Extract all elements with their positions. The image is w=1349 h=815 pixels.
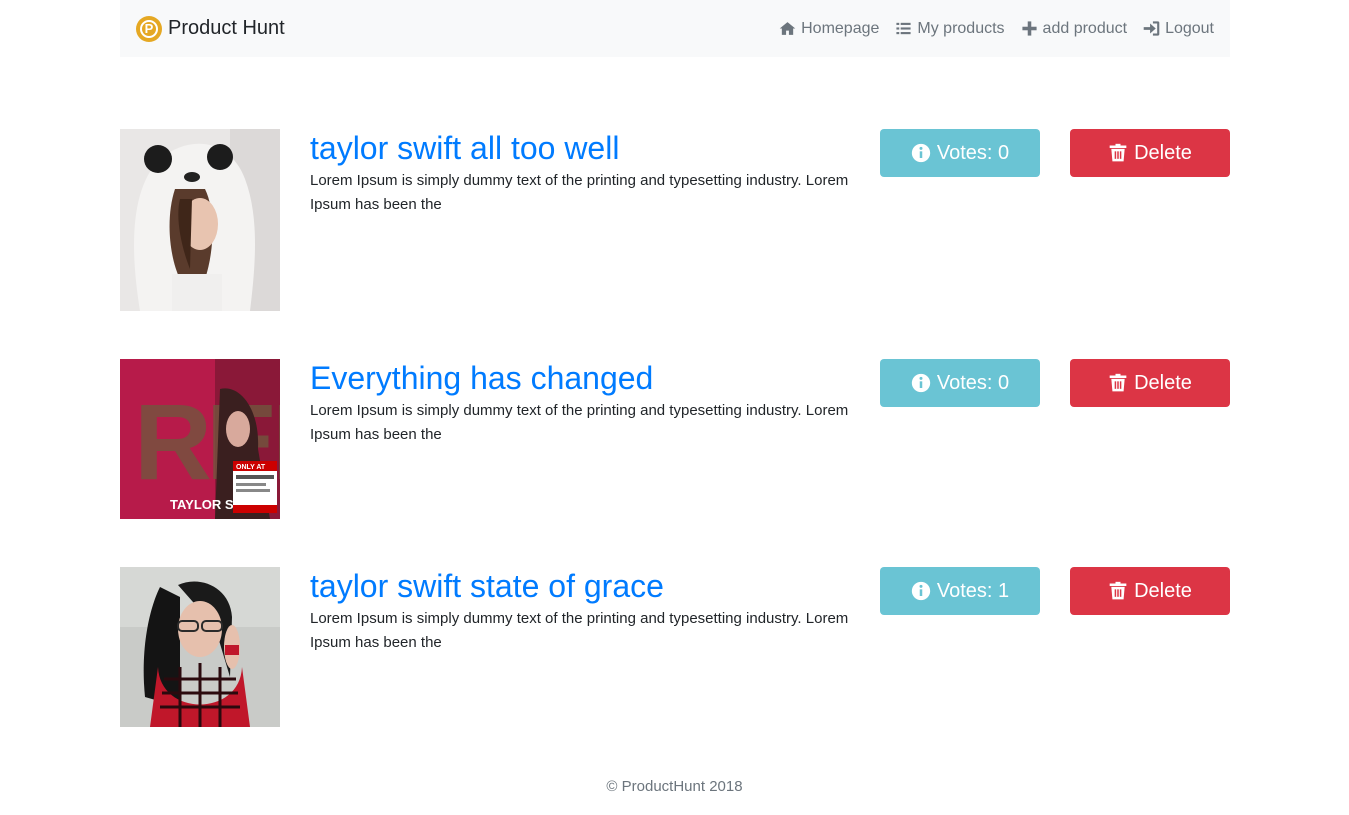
brand-name: Product Hunt xyxy=(168,17,285,39)
trash-icon xyxy=(1109,581,1127,600)
product-title-link[interactable]: Everything has changed xyxy=(310,359,850,397)
votes-button[interactable]: Votes: 1 xyxy=(880,567,1040,615)
navbar: P Product Hunt Homepage My products add … xyxy=(120,0,1230,57)
info-circle-icon xyxy=(911,581,931,601)
product-description: Lorem Ipsum is simply dummy text of the … xyxy=(310,402,849,444)
nav-add-product-label: add product xyxy=(1042,19,1128,37)
product-title-link[interactable]: taylor swift all too well xyxy=(310,129,850,167)
trash-icon xyxy=(1109,143,1127,162)
nav-logout-label: Logout xyxy=(1165,19,1214,37)
votes-label: Votes: 0 xyxy=(936,141,1010,164)
product-item: RED TAYLOR SWIFT ONLY AT Everything has … xyxy=(120,359,1230,541)
product-hunt-logo-icon: P xyxy=(136,15,162,42)
nav-my-products-link[interactable]: My products xyxy=(895,19,1005,38)
product-description: Lorem Ipsum is simply dummy text of the … xyxy=(310,172,849,214)
votes-button[interactable]: Votes: 0 xyxy=(880,129,1040,177)
product-info: taylor swift state of grace Lorem Ipsum … xyxy=(310,567,850,655)
nav-homepage-link[interactable]: Homepage xyxy=(779,20,879,38)
delete-button[interactable]: Delete xyxy=(1070,129,1230,177)
product-image[interactable]: RED TAYLOR SWIFT ONLY AT xyxy=(120,359,280,519)
nav-add-product-link[interactable]: add product xyxy=(1021,19,1128,38)
delete-label: Delete xyxy=(1134,371,1192,394)
votes-label: Votes: 1 xyxy=(936,579,1010,602)
product-title-link[interactable]: taylor swift state of grace xyxy=(310,567,850,605)
votes-button[interactable]: Votes: 0 xyxy=(880,359,1040,407)
nav-homepage-label: Homepage xyxy=(801,19,880,37)
product-image[interactable] xyxy=(120,129,280,311)
delete-label: Delete xyxy=(1134,579,1192,602)
plus-icon xyxy=(1021,21,1037,36)
product-info: taylor swift all too well Lorem Ipsum is… xyxy=(310,129,850,217)
product-item: taylor swift all too well Lorem Ipsum is… xyxy=(120,129,1230,311)
info-circle-icon xyxy=(911,373,931,393)
info-circle-icon xyxy=(911,143,931,163)
brand-link[interactable]: P Product Hunt xyxy=(136,15,285,42)
home-icon xyxy=(779,22,796,35)
votes-label: Votes: 0 xyxy=(936,371,1010,394)
product-description: Lorem Ipsum is simply dummy text of the … xyxy=(310,610,849,652)
product-info: Everything has changed Lorem Ipsum is si… xyxy=(310,359,850,447)
delete-button[interactable]: Delete xyxy=(1070,567,1230,615)
footer: © ProductHunt 2018 xyxy=(0,778,1349,795)
nav-logout-link[interactable]: Logout xyxy=(1143,20,1214,38)
sign-in-icon xyxy=(1143,21,1160,36)
nav-links: Homepage My products add product Logout xyxy=(763,20,1214,38)
album-sticker-text: ONLY AT xyxy=(236,464,266,471)
delete-button[interactable]: Delete xyxy=(1070,359,1230,407)
trash-icon xyxy=(1109,373,1127,392)
nav-my-products-label: My products xyxy=(917,19,1005,37)
list-icon xyxy=(896,22,911,35)
delete-label: Delete xyxy=(1134,141,1192,164)
footer-copyright: © ProductHunt 2018 xyxy=(606,778,743,795)
product-image[interactable] xyxy=(120,567,280,727)
product-item: taylor swift state of grace Lorem Ipsum … xyxy=(120,567,1230,749)
